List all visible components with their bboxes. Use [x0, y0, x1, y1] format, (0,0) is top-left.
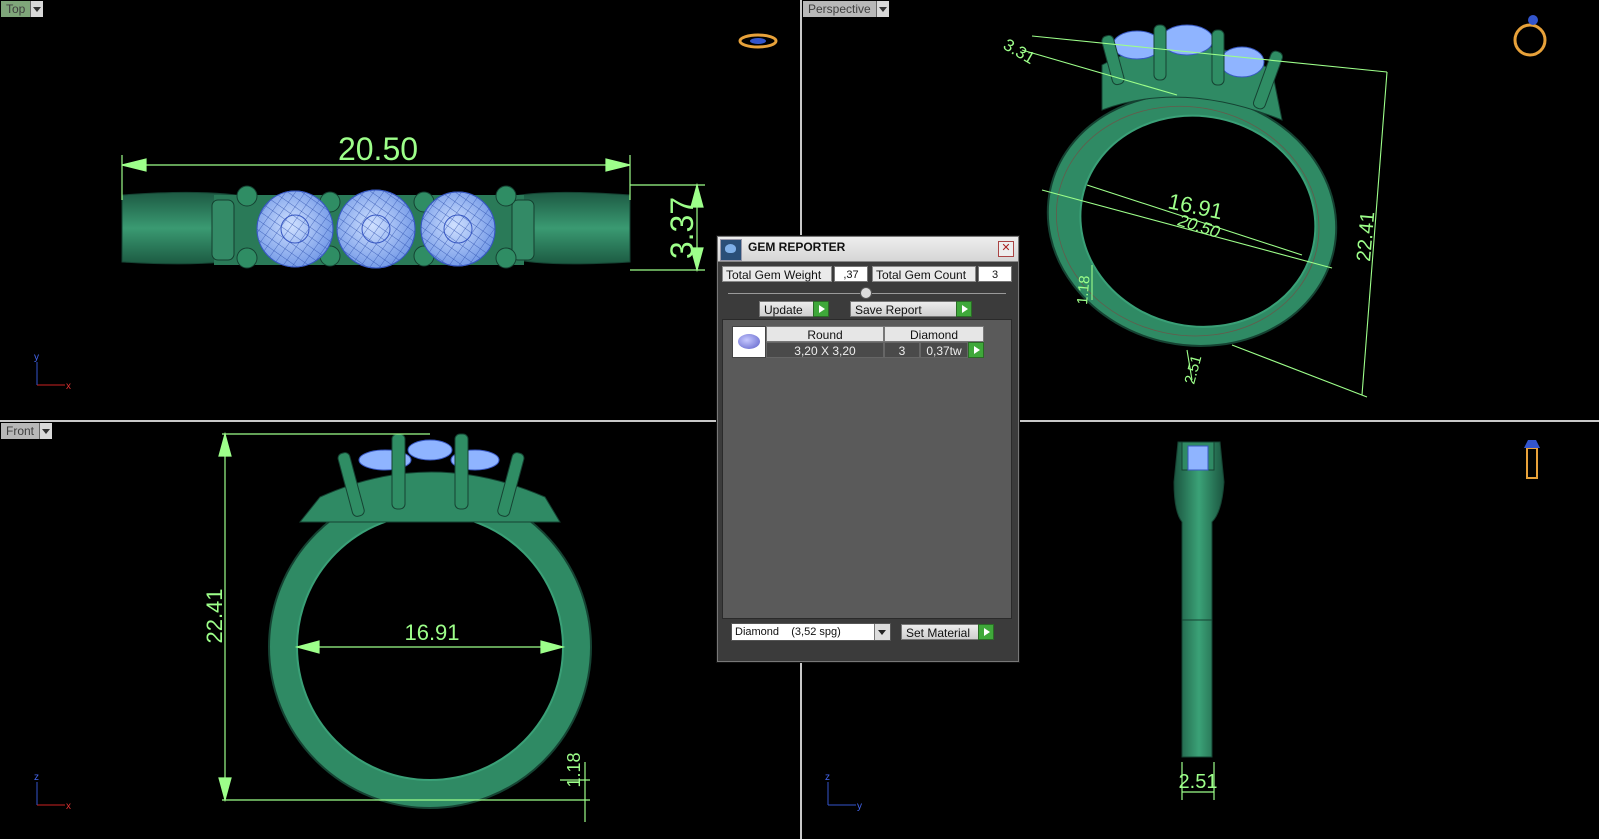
chevron-down-icon[interactable] — [875, 1, 889, 17]
gem-group-top — [256, 189, 496, 269]
total-gem-weight-value: ,37 — [834, 266, 868, 282]
update-button-label: Update — [764, 303, 803, 317]
axis-y-label: y — [857, 801, 862, 812]
gem-reporter-icon — [720, 239, 742, 261]
dim-perspective-height: 22.41 — [1353, 211, 1379, 263]
front-view-drawing: 22.41 16.91 1.18 x z — [34, 431, 592, 822]
total-gem-weight-label: Total Gem Weight — [722, 266, 832, 282]
gem-thumbnail-icon[interactable] — [732, 326, 766, 358]
play-arrow-icon[interactable] — [813, 301, 829, 317]
view-cube-ring-icon — [1524, 440, 1540, 479]
axis-z-label: z — [825, 772, 830, 783]
play-arrow-icon[interactable] — [978, 624, 994, 640]
save-report-button-label: Save Report — [855, 303, 922, 317]
axis-gizmo-top — [36, 362, 65, 386]
chevron-down-icon[interactable] — [874, 624, 890, 640]
material-select[interactable]: Diamond (3,52 spg) — [731, 623, 891, 641]
total-gem-count-value: 3 — [978, 266, 1012, 282]
gem-cut-cell: Round — [766, 326, 884, 342]
close-icon[interactable]: ✕ — [998, 241, 1014, 257]
axis-x-label: x — [66, 801, 71, 812]
total-gem-count-label: Total Gem Count — [872, 266, 976, 282]
axis-gizmo-front — [36, 782, 65, 806]
chevron-down-icon[interactable] — [30, 1, 44, 17]
totals-row: Total Gem Weight ,37 Total Gem Count 3 — [722, 266, 1014, 282]
play-arrow-icon — [968, 342, 984, 358]
viewport-top-label: Top — [1, 1, 31, 17]
chevron-down-icon[interactable] — [39, 423, 53, 439]
viewport-top-menu[interactable]: Top — [1, 1, 44, 17]
viewport-front-label: Front — [1, 423, 40, 439]
axis-x-label: x — [66, 381, 71, 392]
axis-y-label: y — [34, 352, 39, 363]
axis-gizmo-right — [827, 782, 856, 806]
gem-count-cell: 3 — [884, 342, 920, 358]
viewport-front-menu[interactable]: Front — [1, 423, 53, 439]
dim-height-front: 22.41 — [202, 588, 227, 643]
viewport-front[interactable]: Front 22.41 16.91 1.18 x z — [0, 422, 800, 839]
viewport-perspective-menu[interactable]: Perspective — [803, 1, 889, 17]
dim-shank-front: 1.18 — [564, 752, 584, 787]
viewport-top[interactable]: Top 20.50 3.37 x y — [0, 0, 800, 420]
dim-perspective-bottom: 2.51 — [1181, 353, 1205, 386]
gem-group-front — [298, 433, 561, 523]
collapse-toggle-icon[interactable] — [860, 287, 872, 299]
dim-length-top: 20.50 — [338, 131, 418, 167]
set-material-button[interactable]: Set Material — [901, 624, 994, 640]
play-arrow-icon[interactable] — [956, 301, 972, 317]
gem-size-cell: 3,20 X 3,20 — [766, 342, 884, 358]
gem-weight-cell: 0,37tw — [920, 342, 968, 358]
gem-reporter-dialog[interactable]: GEM REPORTER ✕ Total Gem Weight ,37 Tota… — [717, 236, 1019, 662]
gem-reporter-title: GEM REPORTER — [748, 240, 846, 254]
dim-width-right: 2.51 — [1179, 771, 1218, 793]
gem-row-go-button[interactable] — [968, 342, 984, 358]
material-select-value: Diamond (3,52 spg) — [735, 626, 841, 638]
viewport-perspective-label: Perspective — [803, 1, 876, 17]
axis-z-label: z — [34, 772, 39, 783]
save-report-button[interactable]: Save Report — [850, 301, 972, 317]
view-cube-ring-icon — [738, 33, 778, 49]
gem-reporter-titlebar[interactable]: GEM REPORTER ✕ — [718, 237, 1018, 262]
update-button[interactable]: Update — [759, 301, 829, 317]
view-cube-ring-icon — [1513, 15, 1547, 57]
gem-list[interactable]: Round Diamond 3,20 X 3,20 3 0,37tw — [722, 319, 1012, 619]
dim-perspective-a: 3.31 — [1000, 35, 1038, 68]
dim-inner-front: 16.91 — [404, 620, 459, 645]
dim-height-top: 3.37 — [664, 197, 700, 259]
set-material-button-label: Set Material — [906, 626, 971, 640]
gem-material-cell: Diamond — [884, 326, 984, 342]
top-view-drawing: 20.50 3.37 x y — [34, 33, 778, 392]
dim-perspective-side: 1.18 — [1074, 275, 1093, 306]
ring-side-profile — [1173, 441, 1225, 758]
